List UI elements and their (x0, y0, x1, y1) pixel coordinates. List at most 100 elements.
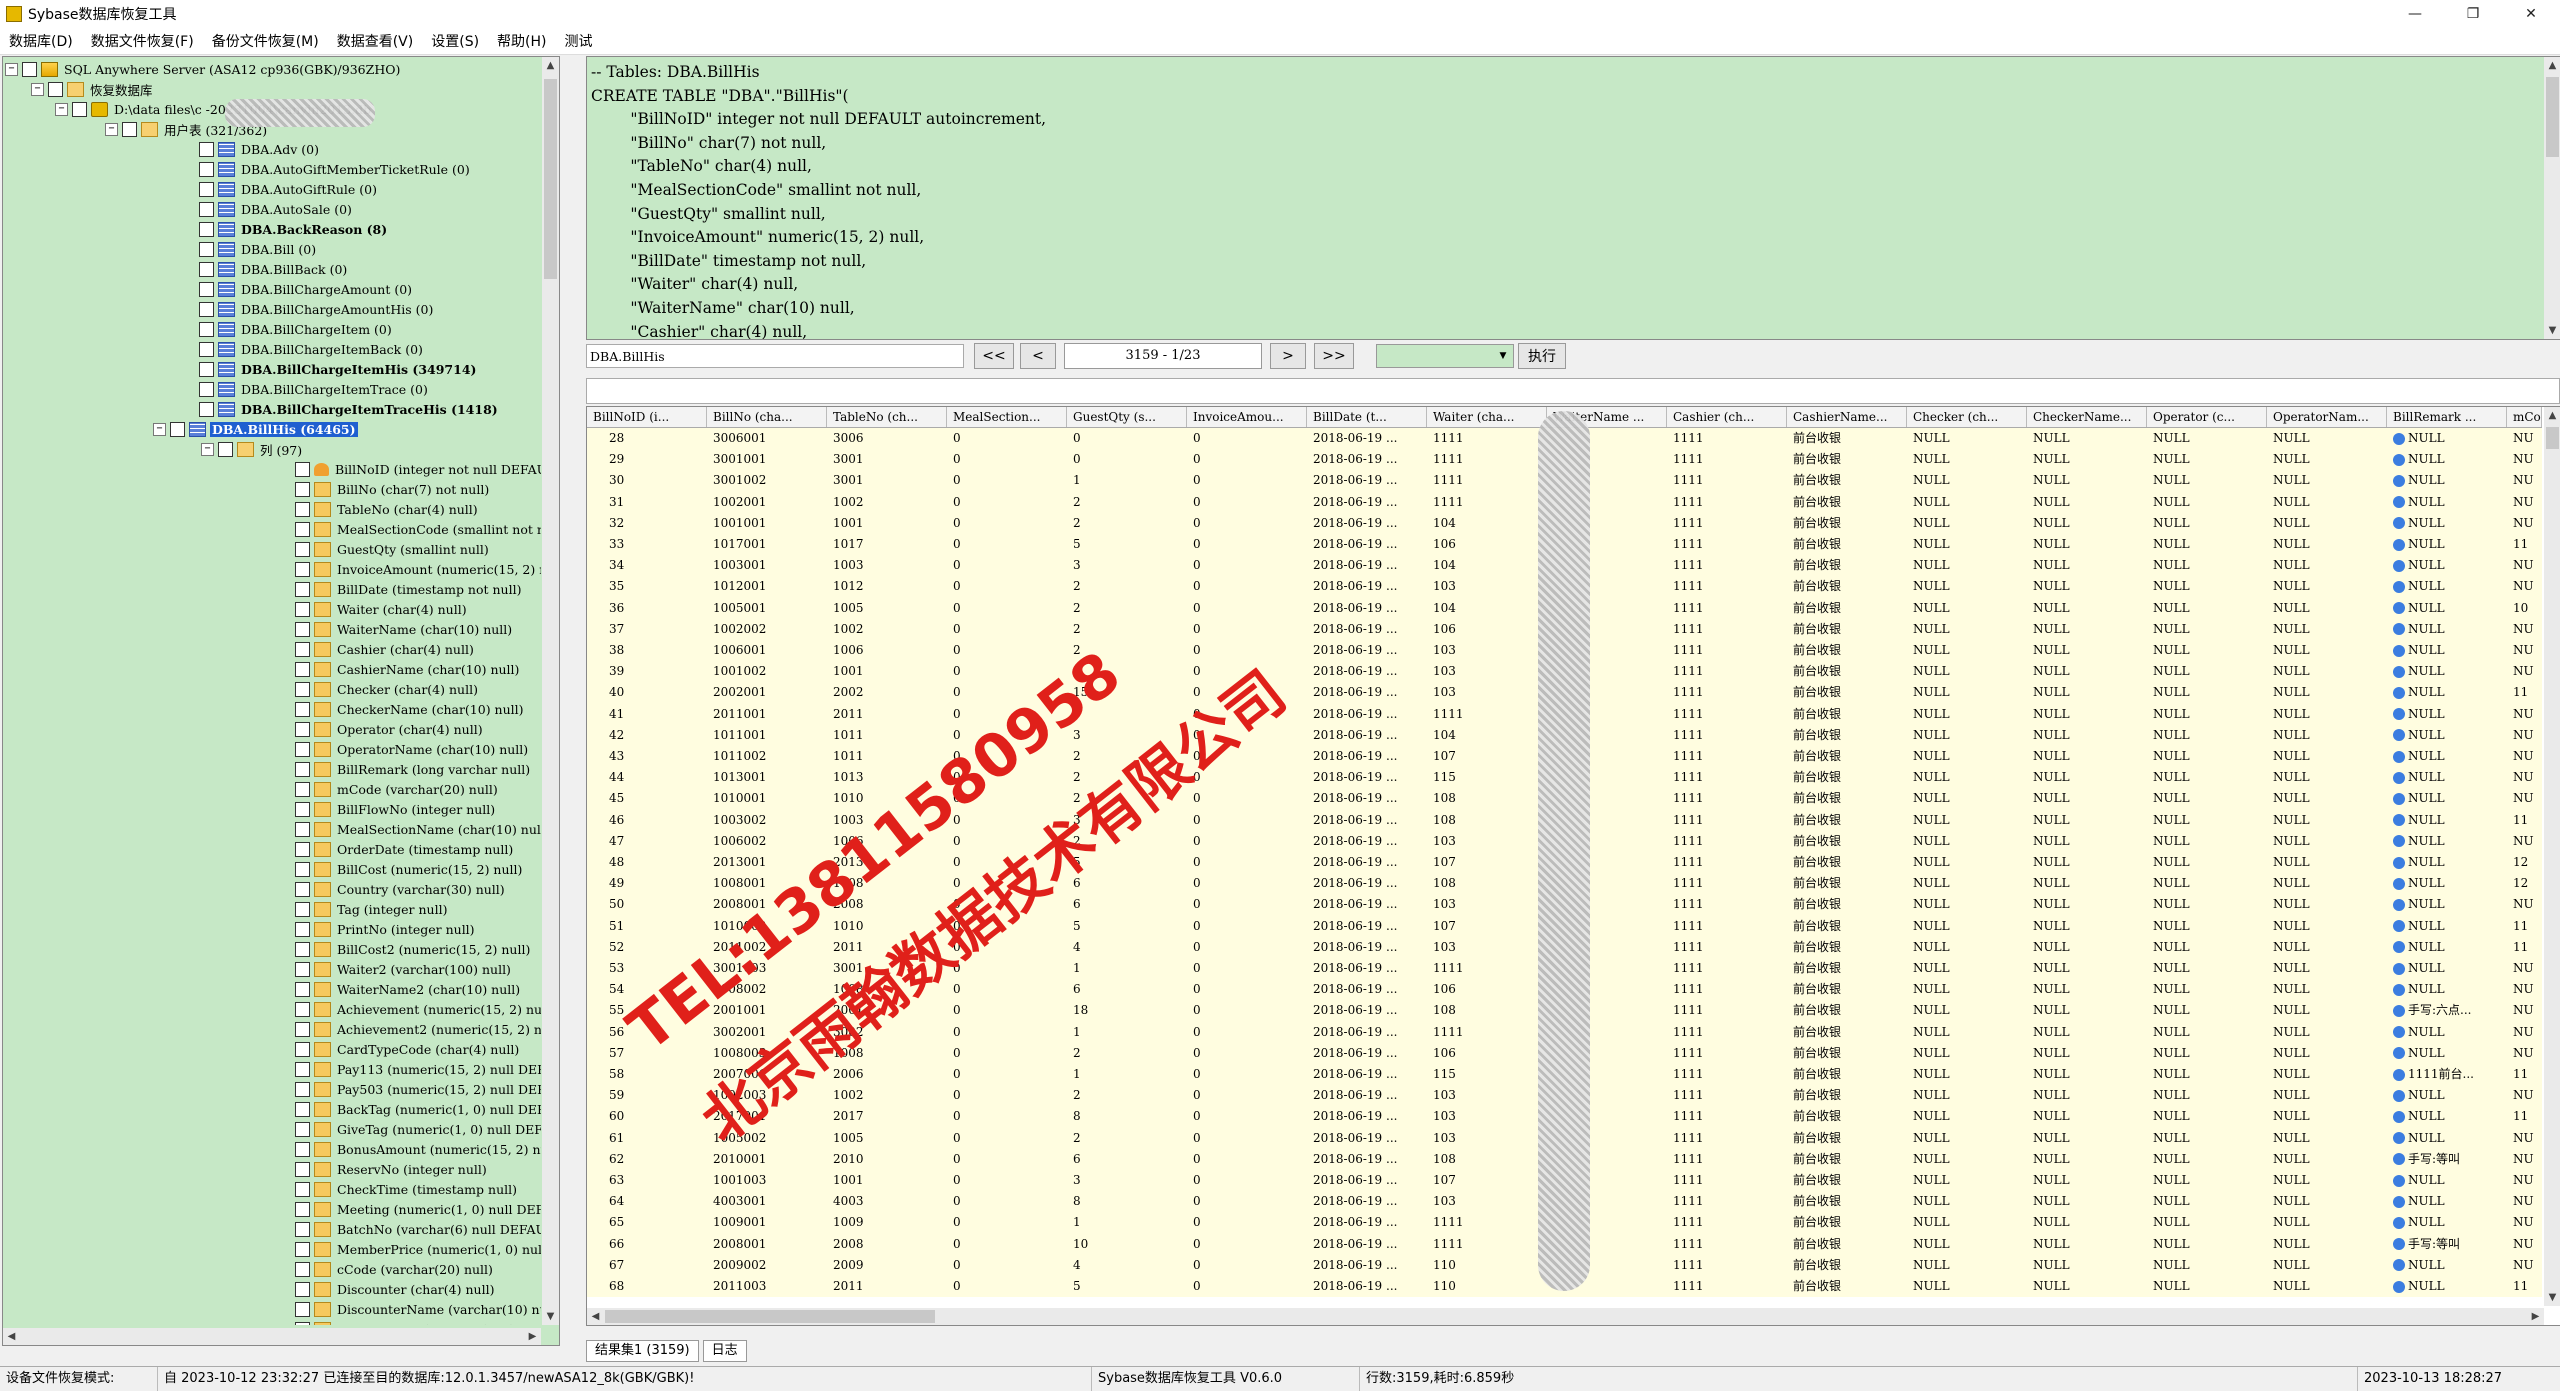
table-cell[interactable]: 0 (1187, 598, 1307, 619)
table-cell[interactable]: 前台收银 (1787, 1128, 1907, 1149)
table-cell[interactable]: 2018-06-19 ... (1307, 1255, 1427, 1276)
table-cell[interactable]: NULL (2147, 1022, 2267, 1043)
tab-log[interactable]: 日志 (702, 1340, 747, 1362)
table-cell[interactable]: 10 (1067, 1234, 1187, 1255)
column-header[interactable]: GuestQty (s... (1067, 407, 1187, 427)
table-cell[interactable]: 49 (587, 873, 707, 894)
table-cell[interactable]: NULL (2387, 1276, 2507, 1297)
checkbox[interactable] (199, 261, 214, 277)
table-cell[interactable]: 前台收银 (1787, 1170, 1907, 1191)
table-cell[interactable]: NULL (2387, 1085, 2507, 1106)
table-cell[interactable]: 1006 (827, 640, 947, 661)
table-cell[interactable]: 103 (1427, 576, 1547, 597)
table-cell[interactable]: NULL (2267, 916, 2387, 937)
tree-node-column[interactable]: Country (varchar(30) null) (295, 879, 507, 899)
table-cell[interactable]: NULL (2147, 725, 2267, 746)
table-cell[interactable]: 0 (1187, 852, 1307, 873)
table-cell[interactable]: 1006002 (707, 831, 827, 852)
tree-node-column[interactable]: GuestQty (smallint null) (295, 539, 491, 559)
collapse-icon[interactable]: − (31, 82, 44, 96)
table-cell[interactable]: NU (2507, 640, 2542, 661)
table-cell[interactable]: NULL (2027, 1276, 2147, 1297)
table-cell[interactable]: NULL (2027, 1149, 2147, 1170)
tree-node-column[interactable]: BillRemark (long varchar null) (295, 759, 532, 779)
table-cell[interactable]: 11 (2507, 682, 2542, 703)
tree-node-column[interactable]: Achievement2 (numeric(15, 2) null) (295, 1019, 541, 1039)
table-cell[interactable]: 2018-06-19 ... (1307, 534, 1427, 555)
table-cell[interactable]: NULL (2387, 1191, 2507, 1212)
table-cell[interactable]: NULL (2267, 725, 2387, 746)
tree-node-column[interactable]: Checker (char(4) null) (295, 679, 480, 699)
table-cell[interactable]: NULL (2147, 1212, 2267, 1233)
table-cell[interactable]: 1111 (1667, 1043, 1787, 1064)
table-cell[interactable]: NULL (2267, 449, 2387, 470)
tree-node-column[interactable]: BillCost2 (numeric(15, 2) null) (295, 939, 532, 959)
table-cell[interactable]: 2018-06-19 ... (1307, 1064, 1427, 1085)
checkbox[interactable] (295, 1321, 310, 1325)
table-cell[interactable]: NULL (2267, 767, 2387, 788)
checkbox[interactable] (295, 821, 310, 837)
table-cell[interactable]: NU (2507, 704, 2542, 725)
table-cell[interactable]: 1111 (1667, 1106, 1787, 1127)
table-cell[interactable]: 37 (587, 619, 707, 640)
table-cell[interactable]: NULL (2147, 979, 2267, 1000)
table-cell[interactable]: 1002001 (707, 492, 827, 513)
table-cell[interactable]: 2018-06-19 ... (1307, 470, 1427, 491)
table-cell[interactable]: NULL (2027, 852, 2147, 873)
table-cell[interactable]: 0 (1187, 576, 1307, 597)
table-cell[interactable]: 2018-06-19 ... (1307, 788, 1427, 809)
table-cell[interactable]: 1013001 (707, 767, 827, 788)
table-cell[interactable]: 1111 (1667, 1022, 1787, 1043)
table-cell[interactable]: 0 (947, 1064, 1067, 1085)
tree-node-restore-db[interactable]: − 恢复数据库 (31, 79, 155, 99)
table-cell[interactable]: 0 (1187, 1149, 1307, 1170)
table-cell[interactable]: NULL (2387, 1022, 2507, 1043)
scroll-thumb[interactable] (2546, 427, 2559, 449)
table-cell[interactable]: 1 (1067, 1022, 1187, 1043)
scroll-up-icon[interactable]: ▲ (542, 57, 559, 74)
table-cell[interactable]: NU (2507, 428, 2542, 449)
table-cell[interactable]: 1003 (827, 555, 947, 576)
table-cell[interactable]: 51 (587, 916, 707, 937)
column-header[interactable]: CashierName... (1787, 407, 1907, 427)
scroll-left-icon[interactable]: ◀ (3, 1328, 20, 1345)
table-cell[interactable]: 2018-06-19 ... (1307, 682, 1427, 703)
table-cell[interactable]: 1001 (827, 513, 947, 534)
filter-input[interactable] (586, 378, 2560, 404)
tree-node-table[interactable]: DBA.AutoSale (0) (199, 199, 354, 219)
table-cell[interactable]: NULL (1907, 598, 2027, 619)
table-cell[interactable]: 2018-06-19 ... (1307, 1191, 1427, 1212)
table-cell[interactable]: 1111 (1667, 1149, 1787, 1170)
table-cell[interactable]: 前台收银 (1787, 619, 1907, 640)
table-cell[interactable]: NULL (2387, 492, 2507, 513)
table-cell[interactable]: 1001 (827, 661, 947, 682)
table-cell[interactable]: 38 (587, 640, 707, 661)
table-cell[interactable]: NULL (1907, 873, 2027, 894)
table-cell[interactable]: NULL (2147, 1191, 2267, 1212)
table-cell[interactable]: NULL (2027, 492, 2147, 513)
table-cell[interactable]: 1010001 (707, 788, 827, 809)
table-cell[interactable]: 1009001 (707, 1212, 827, 1233)
table-cell[interactable]: 0 (1187, 1128, 1307, 1149)
table-cell[interactable]: 103 (1427, 682, 1547, 703)
table-cell[interactable]: 2018-06-19 ... (1307, 1234, 1427, 1255)
table-cell[interactable]: 2002 (827, 682, 947, 703)
table-cell[interactable]: NULL (1907, 1106, 2027, 1127)
table-cell[interactable]: 106 (1427, 534, 1547, 555)
checkbox[interactable] (295, 481, 310, 497)
table-cell[interactable]: 32 (587, 513, 707, 534)
table-cell[interactable]: 0 (1187, 1212, 1307, 1233)
table-cell[interactable]: 1012001 (707, 576, 827, 597)
tree-node-table[interactable]: DBA.BillChargeAmount (0) (199, 279, 414, 299)
table-cell[interactable]: 6 (1067, 894, 1187, 915)
table-cell[interactable]: 前台收银 (1787, 1191, 1907, 1212)
table-cell[interactable]: 11 (2507, 1106, 2542, 1127)
table-cell[interactable]: NULL (2027, 894, 2147, 915)
table-cell[interactable]: 2 (1067, 492, 1187, 513)
tree-node-column[interactable]: SelfMadeTag (numeric(1, 0) null) (295, 1319, 541, 1325)
checkbox[interactable] (295, 601, 310, 617)
table-cell[interactable]: 前台收银 (1787, 1149, 1907, 1170)
column-header[interactable]: BillDate (t... (1307, 407, 1427, 427)
table-cell[interactable]: NULL (2027, 704, 2147, 725)
table-cell[interactable]: 103 (1427, 1191, 1547, 1212)
